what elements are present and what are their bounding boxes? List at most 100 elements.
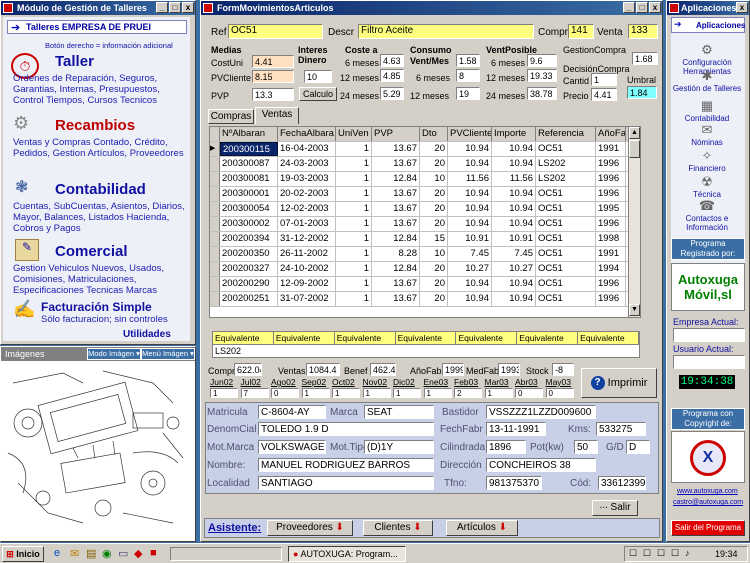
- table-cell[interactable]: 13.67: [372, 202, 420, 216]
- grid-col-header[interactable]: AñoFa: [596, 127, 626, 141]
- app-item-4[interactable]: ✧ Financiero: [671, 149, 743, 174]
- table-cell[interactable]: 200300002: [220, 217, 278, 231]
- table-cell[interactable]: 13.67: [372, 292, 420, 306]
- grid-col-header[interactable]: PVP: [372, 127, 420, 141]
- table-cell[interactable]: 1996: [596, 157, 626, 171]
- table-cell[interactable]: OC51: [536, 187, 596, 201]
- table-cell[interactable]: 1: [336, 277, 372, 291]
- costuni-field[interactable]: 4.41: [252, 55, 294, 68]
- close-button[interactable]: x: [182, 2, 194, 13]
- table-cell[interactable]: 7.45: [492, 247, 536, 261]
- venta-input[interactable]: 133: [628, 24, 658, 39]
- table-cell[interactable]: OC51: [536, 292, 596, 306]
- localidad-field[interactable]: SANTIAGO: [258, 476, 434, 490]
- table-cell[interactable]: 1: [336, 247, 372, 261]
- comercial-icon[interactable]: ✎: [15, 239, 39, 261]
- month-value[interactable]: 1: [210, 388, 238, 398]
- grid-col-header[interactable]: Dto: [420, 127, 448, 141]
- equivalentes-grid[interactable]: Equivalente Equivalente Equivalente Equival…: [212, 331, 640, 358]
- marca-field[interactable]: SEAT: [364, 405, 434, 419]
- utilidades-link[interactable]: Utilidades: [123, 329, 171, 340]
- table-cell[interactable]: 20: [420, 292, 448, 306]
- equivalente-col-header[interactable]: Equivalente: [273, 332, 335, 345]
- mode-image-dropdown[interactable]: Modo Imágen ▾: [87, 348, 141, 360]
- table-row[interactable]: 200200327 24-10-2002 1 12.84 20 10.27 10.27 OC5…: [210, 262, 640, 277]
- table-cell[interactable]: 200300087: [220, 157, 278, 171]
- table-cell[interactable]: 15: [420, 232, 448, 246]
- right-window-titlebar[interactable]: Aplicaciones x: [667, 1, 749, 15]
- month-value[interactable]: 1: [484, 388, 513, 398]
- proveedores-button[interactable]: Proveedores ⬇: [267, 520, 353, 536]
- month-value[interactable]: 1: [332, 388, 360, 398]
- engine-exploded-diagram[interactable]: [3, 363, 193, 539]
- motmarca-field[interactable]: VOLKSWAGE: [258, 440, 326, 454]
- tab-compras[interactable]: Compras: [208, 109, 254, 124]
- grid-col-header[interactable]: UniVen: [336, 127, 372, 141]
- articulos-button[interactable]: Artículos ⬇: [446, 520, 518, 536]
- table-cell[interactable]: 20: [420, 157, 448, 171]
- table-cell[interactable]: 1: [336, 157, 372, 171]
- equivalente-col-header[interactable]: Equivalente: [213, 332, 274, 345]
- ventas-grid[interactable]: NºAlbaran FechaAlbara UniVen PVP Dto PVClient…: [209, 126, 641, 318]
- nombre-field[interactable]: MANUEL RODRIGUEZ BARROS: [258, 458, 434, 472]
- grid-col-header[interactable]: Referencia: [536, 127, 596, 141]
- table-cell[interactable]: OC51: [536, 262, 596, 276]
- interes-input[interactable]: 10: [304, 70, 332, 83]
- table-cell[interactable]: 1996: [596, 217, 626, 231]
- table-cell[interactable]: 10.94: [448, 277, 492, 291]
- table-cell[interactable]: 1996: [596, 292, 626, 306]
- table-cell[interactable]: OC51: [536, 202, 596, 216]
- table-row[interactable]: 200300087 24-03-2003 1 13.67 20 10.94 10.94 LS2…: [210, 157, 640, 172]
- mottipo-field[interactable]: (D)1Y: [364, 440, 434, 454]
- table-cell[interactable]: 07-01-2003: [278, 217, 336, 231]
- app-item-5[interactable]: ☢ Técnica: [671, 175, 743, 200]
- ventposible-6-field[interactable]: 9.6: [527, 54, 557, 67]
- table-cell[interactable]: 10.94: [492, 142, 536, 156]
- table-row[interactable]: 200300054 12-02-2003 1 13.67 20 10.94 10.94 OC5…: [210, 202, 640, 217]
- media-icon[interactable]: ◉: [102, 547, 112, 560]
- scroll-thumb[interactable]: [629, 140, 640, 158]
- main-close-button[interactable]: x: [649, 2, 661, 13]
- table-row[interactable]: 200300002 07-01-2003 1 13.67 20 10.94 10.94 OC5…: [210, 217, 640, 232]
- table-cell[interactable]: 11.56: [492, 172, 536, 186]
- imprimir-button[interactable]: ? Imprimir: [581, 368, 657, 398]
- month-value[interactable]: 0: [545, 388, 574, 398]
- salir-button[interactable]: ∙∙∙ Salir: [592, 500, 638, 516]
- table-cell[interactable]: 10: [420, 247, 448, 261]
- website-link[interactable]: www.autoxuga.com: [677, 488, 738, 495]
- salir-programa-button[interactable]: Salir del Programa: [671, 520, 745, 536]
- table-cell[interactable]: 10.94: [448, 142, 492, 156]
- umbral-field[interactable]: 1.84: [627, 86, 657, 99]
- section-comercial-title[interactable]: Comercial: [55, 243, 128, 260]
- table-cell[interactable]: 13.67: [372, 187, 420, 201]
- bastidor-field[interactable]: VSSZZZ1LZZD009600: [486, 405, 596, 419]
- compra-input[interactable]: 141: [568, 24, 594, 39]
- fechfabr-field[interactable]: 13-11-1991: [486, 422, 546, 436]
- equivalente-col-header[interactable]: Equivalente: [334, 332, 396, 345]
- ventposible-24-field[interactable]: 38.78: [527, 87, 557, 100]
- stat-anofab-field[interactable]: 1999: [442, 363, 464, 376]
- table-cell[interactable]: 24-03-2003: [278, 157, 336, 171]
- table-cell[interactable]: 10.94: [448, 217, 492, 231]
- tfno-field[interactable]: 981375370: [486, 476, 542, 490]
- taskbar-task-autoxuga[interactable]: ● AUTOXUGA: Program...: [288, 546, 406, 562]
- tray-icon[interactable]: ☐: [671, 548, 679, 559]
- table-cell[interactable]: 20: [420, 277, 448, 291]
- section-comercial-text[interactable]: Gestion Vehiculos Nuevos, Usados, Comisi…: [13, 263, 191, 296]
- table-cell[interactable]: 1998: [596, 232, 626, 246]
- section-taller-title[interactable]: Taller: [55, 53, 94, 70]
- table-cell[interactable]: 19-03-2003: [278, 172, 336, 186]
- month-value[interactable]: 0: [271, 388, 299, 398]
- table-cell[interactable]: 20: [420, 142, 448, 156]
- month-value[interactable]: 0: [515, 388, 543, 398]
- month-value[interactable]: 2: [454, 388, 482, 398]
- table-cell[interactable]: 10.27: [448, 262, 492, 276]
- table-cell[interactable]: 7.45: [448, 247, 492, 261]
- coste-6-field[interactable]: 4.63: [380, 54, 404, 67]
- table-cell[interactable]: 12-09-2002: [278, 277, 336, 291]
- table-cell[interactable]: 10.94: [448, 187, 492, 201]
- usuario-field[interactable]: [673, 355, 745, 369]
- maximize-button[interactable]: □: [169, 2, 181, 13]
- stat-stock-field[interactable]: -8: [552, 363, 574, 376]
- table-cell[interactable]: 12.84: [372, 262, 420, 276]
